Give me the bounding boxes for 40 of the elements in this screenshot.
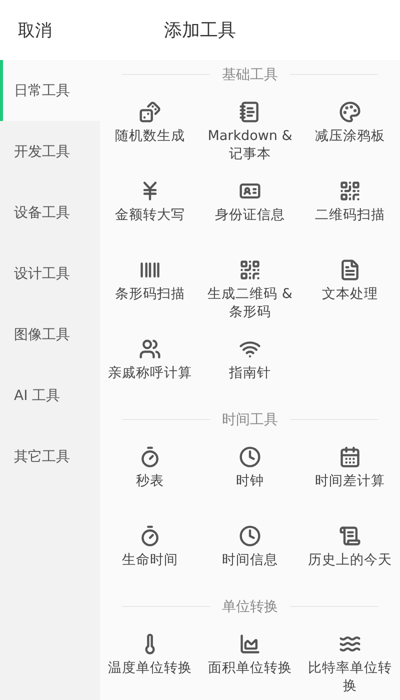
tool-button[interactable]: Markdown & 记事本 [200, 89, 300, 168]
tool-button[interactable]: 生命时间 [100, 513, 200, 592]
stopwatch-icon [139, 446, 161, 468]
section-title: 基础工具 [222, 66, 278, 84]
tool-button[interactable]: 温度单位转换 [100, 621, 200, 700]
tool-button[interactable]: 秒表 [100, 434, 200, 513]
cancel-button[interactable]: 取消 [0, 18, 52, 42]
tool-button[interactable]: 文本处理 [300, 247, 400, 326]
section-title: 时间工具 [222, 410, 278, 428]
notebook-icon [239, 101, 261, 123]
category-tab[interactable]: 日常工具 [0, 60, 100, 121]
page-title: 添加工具 [164, 20, 236, 41]
tool-button[interactable]: 历史上的今天 [300, 513, 400, 592]
clock-icon [239, 525, 261, 547]
qr-code-icon [239, 259, 261, 281]
clock-icon [239, 446, 261, 468]
tool-button[interactable]: 指南针 [200, 326, 300, 405]
tool-button[interactable]: 身份证信息 [200, 168, 300, 247]
tool-button[interactable]: 时间信息 [200, 513, 300, 592]
tool-button[interactable]: 减压涂鸦板 [300, 89, 400, 168]
calendar-icon [339, 446, 361, 468]
tool-button[interactable]: 比特率单位转换 [300, 621, 400, 700]
scroll-icon [339, 525, 361, 547]
tool-button[interactable]: 条形码扫描 [100, 247, 200, 326]
tool-button[interactable]: 二维码扫描 [300, 168, 400, 247]
area-chart-icon [239, 633, 261, 655]
tool-button[interactable]: 生成二维码 & 条形码 [200, 247, 300, 326]
tool-button[interactable]: 随机数生成 [100, 89, 200, 168]
tool-button[interactable]: 亲戚称呼计算 [100, 326, 200, 405]
tool-button[interactable]: 金额转大写 [100, 168, 200, 247]
qr-code-icon [339, 180, 361, 202]
stopwatch-icon [139, 525, 161, 547]
tool-button[interactable]: 面积单位转换 [200, 621, 300, 700]
tool-button[interactable]: 时间差计算 [300, 434, 400, 513]
palette-icon [339, 101, 361, 123]
document-icon [339, 259, 361, 281]
tool-button[interactable]: 时钟 [200, 434, 300, 513]
section-title: 单位转换 [222, 598, 278, 616]
dice-icon [139, 101, 161, 123]
people-icon [139, 338, 161, 360]
